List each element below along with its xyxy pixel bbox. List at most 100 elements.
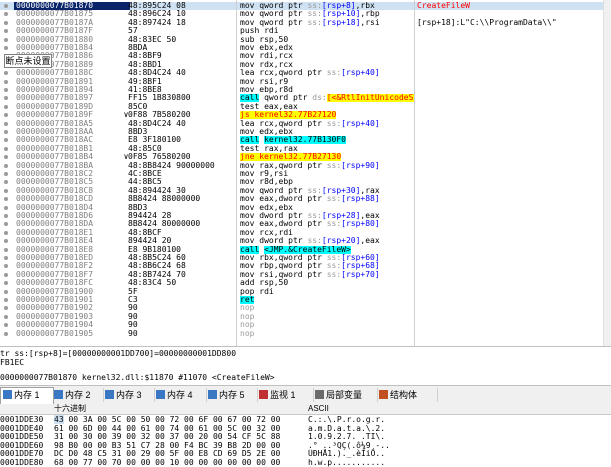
breakpoint-dot-icon[interactable]	[4, 113, 8, 118]
hex-row[interactable]: 0001DDE80 68 00 77 00 70 00 00 00 10 00 0…	[0, 458, 611, 467]
breakpoint-gutter[interactable]	[0, 321, 16, 329]
disasm-row[interactable]: 0000000077B01880 48:83EC 50 sub rsp,50	[0, 36, 611, 44]
breakpoint-dot-icon[interactable]	[4, 88, 8, 92]
breakpoint-gutter[interactable]	[0, 271, 16, 279]
breakpoint-dot-icon[interactable]	[4, 214, 8, 218]
disasm-row[interactable]: 0000000077B018AC E8 3F180100 call kernel32…	[0, 136, 611, 145]
breakpoint-dot-icon[interactable]	[4, 205, 8, 210]
breakpoint-dot-icon[interactable]	[4, 138, 8, 143]
breakpoint-dot-icon[interactable]	[4, 222, 8, 227]
breakpoint-gutter[interactable]	[0, 296, 16, 304]
disasm-row[interactable]: 0000000077B018BA 48:8B8424 90000000 mov ra…	[0, 162, 611, 170]
disasm-row[interactable]: 0000000077B01891 49:8BF1 mov rsi,r9	[0, 78, 611, 86]
breakpoint-dot-icon[interactable]	[4, 37, 8, 42]
disasm-row[interactable]: 0000000077B01894 41:8BE8 mov ebp,r8d	[0, 86, 611, 94]
disasm-row[interactable]: 0000000077B018B4 ∨ 0F85 76580200 jne kernel…	[0, 153, 611, 162]
breakpoint-gutter[interactable]	[0, 195, 16, 203]
breakpoint-gutter[interactable]	[0, 204, 16, 212]
disasm-row[interactable]: 0000000077B018CD 8B8424 88000000 mov eax,d…	[0, 195, 611, 203]
disasm-row[interactable]: 0000000077B01903 90 nop	[0, 313, 611, 321]
breakpoint-dot-icon[interactable]	[4, 155, 8, 160]
disasm-row[interactable]: 0000000077B018F7 48:8B7424 70 mov rsi,qwor…	[0, 271, 611, 279]
breakpoint-gutter[interactable]	[0, 10, 16, 18]
breakpoint-dot-icon[interactable]	[4, 180, 8, 185]
breakpoint-dot-icon[interactable]	[4, 306, 8, 311]
breakpoint-gutter[interactable]	[0, 330, 16, 338]
breakpoint-gutter[interactable]	[0, 19, 16, 27]
breakpoint-dot-icon[interactable]	[4, 29, 8, 34]
disasm-row[interactable]: 0000000077B0187A 48:897424 18 mov qword pt…	[0, 19, 611, 27]
disasm-row[interactable]: 0000000077B0189F ∨ 0F88 7B580200 js kernel3…	[0, 111, 611, 120]
disasm-row[interactable]: 0000000077B01884 8BDA mov ebx,edx	[0, 44, 611, 52]
disasm-row[interactable]: 0000000077B018AA 8BD3 mov edx,ebx	[0, 128, 611, 136]
breakpoint-gutter[interactable]	[0, 69, 16, 77]
breakpoint-gutter[interactable]	[0, 86, 16, 94]
breakpoint-gutter[interactable]	[0, 246, 16, 254]
disasm-row[interactable]: 0000000077B018C8 48:894424 30 mov qword pt…	[0, 187, 611, 195]
breakpoint-dot-icon[interactable]	[4, 256, 8, 260]
disasm-row[interactable]: 0000000077B018DA 8B8424 80000000 mov eax,d…	[0, 220, 611, 228]
breakpoint-gutter[interactable]	[0, 111, 16, 119]
disasm-row[interactable]: 0000000077B01905 90 nop	[0, 330, 611, 338]
tab-1[interactable]: 内存 1	[0, 387, 54, 404]
tab-5[interactable]: 内存 5	[206, 388, 258, 402]
breakpoint-gutter[interactable]	[0, 136, 16, 144]
breakpoint-dot-icon[interactable]	[4, 323, 8, 328]
breakpoint-dot-icon[interactable]	[4, 230, 8, 235]
disasm-row[interactable]: 0000000077B018A5 48:8D4C24 40 lea rcx,qwor…	[0, 120, 611, 128]
tab-7[interactable]: 局部变量	[313, 388, 378, 402]
breakpoint-dot-icon[interactable]	[4, 188, 8, 193]
breakpoint-gutter[interactable]	[0, 304, 16, 312]
breakpoint-gutter[interactable]	[0, 262, 16, 270]
hex-dump[interactable]: 0001DDE30 43 00 3A 00 5C 00 50 00 72 00 6…	[0, 415, 611, 467]
breakpoint-gutter[interactable]	[0, 162, 16, 170]
disasm-row[interactable]: 0000000077B01875 48:896C24 10 mov qword pt…	[0, 10, 611, 18]
breakpoint-dot-icon[interactable]	[4, 331, 8, 336]
disasm-row[interactable]: 0000000077B01902 90 nop	[0, 304, 611, 312]
breakpoint-gutter[interactable]	[0, 237, 16, 245]
breakpoint-dot-icon[interactable]	[4, 197, 8, 202]
breakpoint-gutter[interactable]	[0, 120, 16, 128]
breakpoint-dot-icon[interactable]	[4, 4, 8, 8]
breakpoint-gutter[interactable]	[0, 212, 16, 220]
tab-2[interactable]: 内存 2	[52, 388, 104, 402]
breakpoint-dot-icon[interactable]	[4, 281, 8, 286]
breakpoint-dot-icon[interactable]	[4, 314, 8, 319]
disasm-row[interactable]: 0000000077B018F2 48:8B6C24 68 mov rbp,qwor…	[0, 262, 611, 270]
breakpoint-dot-icon[interactable]	[4, 264, 8, 269]
breakpoint-dot-icon[interactable]	[4, 172, 8, 176]
breakpoint-gutter[interactable]	[0, 178, 16, 186]
disasm-row[interactable]: 0000000077B018D6 894424 28 mov dword ptr s…	[0, 212, 611, 220]
breakpoint-dot-icon[interactable]	[4, 130, 8, 134]
disasm-row[interactable]: 0000000077B018D4 8BD3 mov edx,ebx	[0, 204, 611, 212]
disasm-row[interactable]: 0000000077B018ED 48:8B5C24 60 mov rbx,qwor…	[0, 254, 611, 262]
disasm-row[interactable]: 0000000077B01897 FF15 1B830800 call qword …	[0, 94, 611, 103]
breakpoint-dot-icon[interactable]	[4, 104, 8, 109]
disasm-row[interactable]: 0000000077B01870 48:895C24 08 mov qword pt…	[0, 2, 611, 10]
breakpoint-gutter[interactable]	[0, 170, 16, 178]
breakpoint-gutter[interactable]	[0, 153, 16, 161]
breakpoint-dot-icon[interactable]	[4, 239, 8, 244]
disasm-row[interactable]: 0000000077B018C2 4C:8BCE mov r9,rsi	[0, 170, 611, 178]
breakpoint-dot-icon[interactable]	[4, 247, 8, 252]
breakpoint-dot-icon[interactable]	[4, 12, 8, 17]
breakpoint-gutter[interactable]	[0, 36, 16, 44]
breakpoint-gutter[interactable]	[0, 254, 16, 262]
breakpoint-gutter[interactable]	[0, 313, 16, 321]
tab-6[interactable]: 监视 1	[257, 388, 314, 402]
disasm-row[interactable]: 0000000077B018E1 48:8BCF mov rcx,rdi	[0, 229, 611, 237]
disasm-row[interactable]: 0000000077B0189D 85C0 test eax,eax	[0, 103, 611, 111]
breakpoint-dot-icon[interactable]	[4, 71, 8, 76]
disasm-row[interactable]: 0000000077B01889 48:8BD1 mov rdx,rcx	[0, 61, 611, 69]
disasm-row[interactable]: 0000000077B018E4 894424 20 mov dword ptr s…	[0, 237, 611, 245]
tab-8[interactable]: 结构体	[377, 388, 438, 402]
disasm-row[interactable]: 0000000077B018B1 48:85C0 test rax,rax	[0, 145, 611, 153]
breakpoint-gutter[interactable]	[0, 145, 16, 153]
tab-3[interactable]: 内存 3	[103, 388, 155, 402]
breakpoint-gutter[interactable]	[0, 27, 16, 35]
breakpoint-gutter[interactable]	[0, 128, 16, 136]
disasm-row[interactable]: 0000000077B0188C 48:8D4C24 40 lea rcx,qwor…	[0, 69, 611, 77]
breakpoint-dot-icon[interactable]	[4, 289, 8, 294]
hex-bytes[interactable]: 68 00 77 00 70 00 00 00 10 00 00 00 00 0…	[54, 458, 304, 467]
breakpoint-gutter[interactable]	[0, 94, 16, 102]
